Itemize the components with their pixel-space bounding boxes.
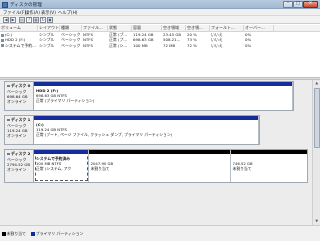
volume-icon	[1, 44, 4, 48]
refresh-icon[interactable]: ↻	[40, 17, 46, 23]
close-button[interactable]: ✕	[303, 1, 318, 8]
col-status[interactable]: 状態	[108, 25, 132, 32]
disk-graphical-view: ディスク 0 ベーシック 698.64 GB オンライン HDD 2 (F:) …	[0, 80, 312, 225]
partition-status: 正常 (ブート, ページ ファイル, クラッシュ ダンプ, プライマリ パーティ…	[36, 132, 173, 137]
unallocated-space[interactable]: 2047.90 GB 未割り当て	[88, 150, 231, 182]
cell-fault-tolerance: いいえ	[211, 42, 223, 48]
status-bar: 未割り当て プライマリ パーティション	[0, 225, 320, 241]
cell-free-percent: 72 %	[187, 42, 197, 48]
col-type[interactable]: 種類	[60, 25, 82, 32]
disk-label[interactable]: ディスク 1 ベーシック 119.24 GB オンライン	[4, 115, 34, 145]
disk-partitions: システムで予約済み 100 MB NTFS 正常 (システム, アク 2047.…	[34, 149, 308, 183]
cell-overhead: 0%	[245, 42, 252, 48]
partition-bar	[34, 82, 292, 86]
minimize-button[interactable]: –	[283, 1, 293, 8]
cell-volume: システムで予約...	[5, 42, 36, 48]
volume-list-header: ボリューム レイアウト 種類 ファイル... 状態 容量 空き領域 空き領...…	[0, 25, 320, 32]
partition-status: 未割り当て	[90, 166, 110, 171]
legend-swatch	[2, 232, 6, 236]
help-icon[interactable]: ?	[26, 17, 32, 23]
partition-bar	[88, 150, 230, 154]
volume-icon	[1, 38, 4, 42]
partition[interactable]: システムで予約済み 100 MB NTFS 正常 (システム, アク	[34, 150, 89, 182]
disk-name: ディスク 0	[11, 83, 31, 88]
disk-icon	[7, 152, 10, 156]
unallocated-space[interactable]: 746.52 GB 未割り当て	[230, 150, 307, 182]
disk-icon	[7, 84, 10, 88]
maximize-button[interactable]: □	[293, 1, 303, 8]
disk-1[interactable]: ディスク 1 ベーシック 119.24 GB オンライン (C:) 119.24…	[4, 115, 308, 145]
scroll-down-icon[interactable]: ▼	[314, 219, 320, 224]
back-arrow-icon[interactable]: ◀	[3, 17, 9, 23]
partition-status: 未割り当て	[232, 166, 252, 171]
legend-item-unallocated: 未割り当て	[2, 231, 26, 237]
partition-bar	[34, 116, 258, 120]
cell-layout: シンプル	[39, 42, 55, 48]
col-filesystem[interactable]: ファイル...	[82, 25, 108, 32]
disk-status: オンライン	[7, 167, 27, 172]
legend: 未割り当て プライマリ パーティション	[2, 231, 87, 237]
console-tree-icon[interactable]: ▣	[47, 17, 53, 23]
volume-list: ボリューム レイアウト 種類 ファイル... 状態 容量 空き領域 空き領...…	[0, 25, 320, 77]
disk-0[interactable]: ディスク 0 ベーシック 698.64 GB オンライン HDD 2 (F:) …	[4, 81, 308, 111]
partition-bar	[34, 150, 88, 154]
menu-bar: ファイル(F) 操作(A) 表示(V) ヘルプ(H)	[0, 9, 320, 16]
disk-view-scrollbar[interactable]: ▲ ▼	[312, 80, 320, 225]
forward-arrow-icon[interactable]: ▶	[10, 17, 16, 23]
disk-2[interactable]: ディスク 2 ベーシック 2794.52 GB オンライン システムで予約済み …	[4, 149, 308, 183]
disk-status: オンライン	[7, 133, 27, 138]
cell-type: ベーシック	[61, 42, 81, 48]
partition-status: 正常 (システム, アク	[36, 166, 72, 171]
partition-status: 正常 (プライマリ パーティション)	[36, 98, 95, 103]
window-title: ディスクの管理	[10, 3, 42, 8]
cell-capacity: 100 MB	[133, 42, 148, 48]
col-capacity[interactable]: 容量	[132, 25, 162, 32]
legend-swatch	[31, 232, 35, 236]
col-free-space[interactable]: 空き領域	[162, 25, 186, 32]
scroll-up-icon[interactable]: ▲	[314, 81, 320, 86]
disk-partitions: HDD 2 (F:) 698.63 GB NTFS 正常 (プライマリ パーティ…	[34, 81, 294, 111]
table-row[interactable]: システムで予約... シンプル ベーシック NTFS 正常 (シ... 100 …	[0, 43, 320, 48]
disk-label[interactable]: ディスク 0 ベーシック 698.64 GB オンライン	[4, 81, 34, 111]
title-bar: ディスクの管理 – □ ✕	[0, 0, 320, 9]
toolbar: ◀ ▶ ▤ ? ▦ ↻ ▣	[0, 16, 320, 24]
cell-filesystem: NTFS	[83, 42, 93, 48]
console-icon[interactable]: ▤	[19, 17, 25, 23]
col-overhead[interactable]: オーバー...	[244, 25, 274, 32]
cell-status: 正常 (シ...	[109, 42, 128, 48]
properties-icon[interactable]: ▦	[33, 17, 39, 23]
col-layout[interactable]: レイアウト	[38, 25, 60, 32]
cell-volume: HDD 2 (F:)	[5, 37, 26, 43]
col-free-percent[interactable]: 空き領...	[186, 25, 210, 32]
partition[interactable]: HDD 2 (F:) 698.63 GB NTFS 正常 (プライマリ パーティ…	[34, 82, 293, 110]
disk-label[interactable]: ディスク 2 ベーシック 2794.52 GB オンライン	[4, 149, 34, 183]
cell-volume: (C:)	[5, 32, 13, 37]
partition-bar	[230, 150, 307, 154]
scrollbar-thumb[interactable]	[314, 88, 320, 148]
disk-icon	[7, 118, 10, 122]
disk-status: オンライン	[7, 99, 27, 104]
legend-item-primary: プライマリ パーティション	[31, 231, 83, 237]
cell-free-space: 72 MB	[163, 42, 176, 48]
col-fault-tolerance[interactable]: フォールト...	[210, 25, 244, 32]
disk-management-icon	[2, 1, 8, 8]
disk-name: ディスク 1	[11, 117, 31, 122]
volume-icon	[1, 33, 4, 37]
partition[interactable]: (C:) 119.24 GB NTFS 正常 (ブート, ページ ファイル, ク…	[34, 116, 259, 144]
disk-name: ディスク 2	[11, 151, 31, 156]
disk-partitions: (C:) 119.24 GB NTFS 正常 (ブート, ページ ファイル, ク…	[34, 115, 260, 145]
col-volume[interactable]: ボリューム	[0, 25, 38, 32]
